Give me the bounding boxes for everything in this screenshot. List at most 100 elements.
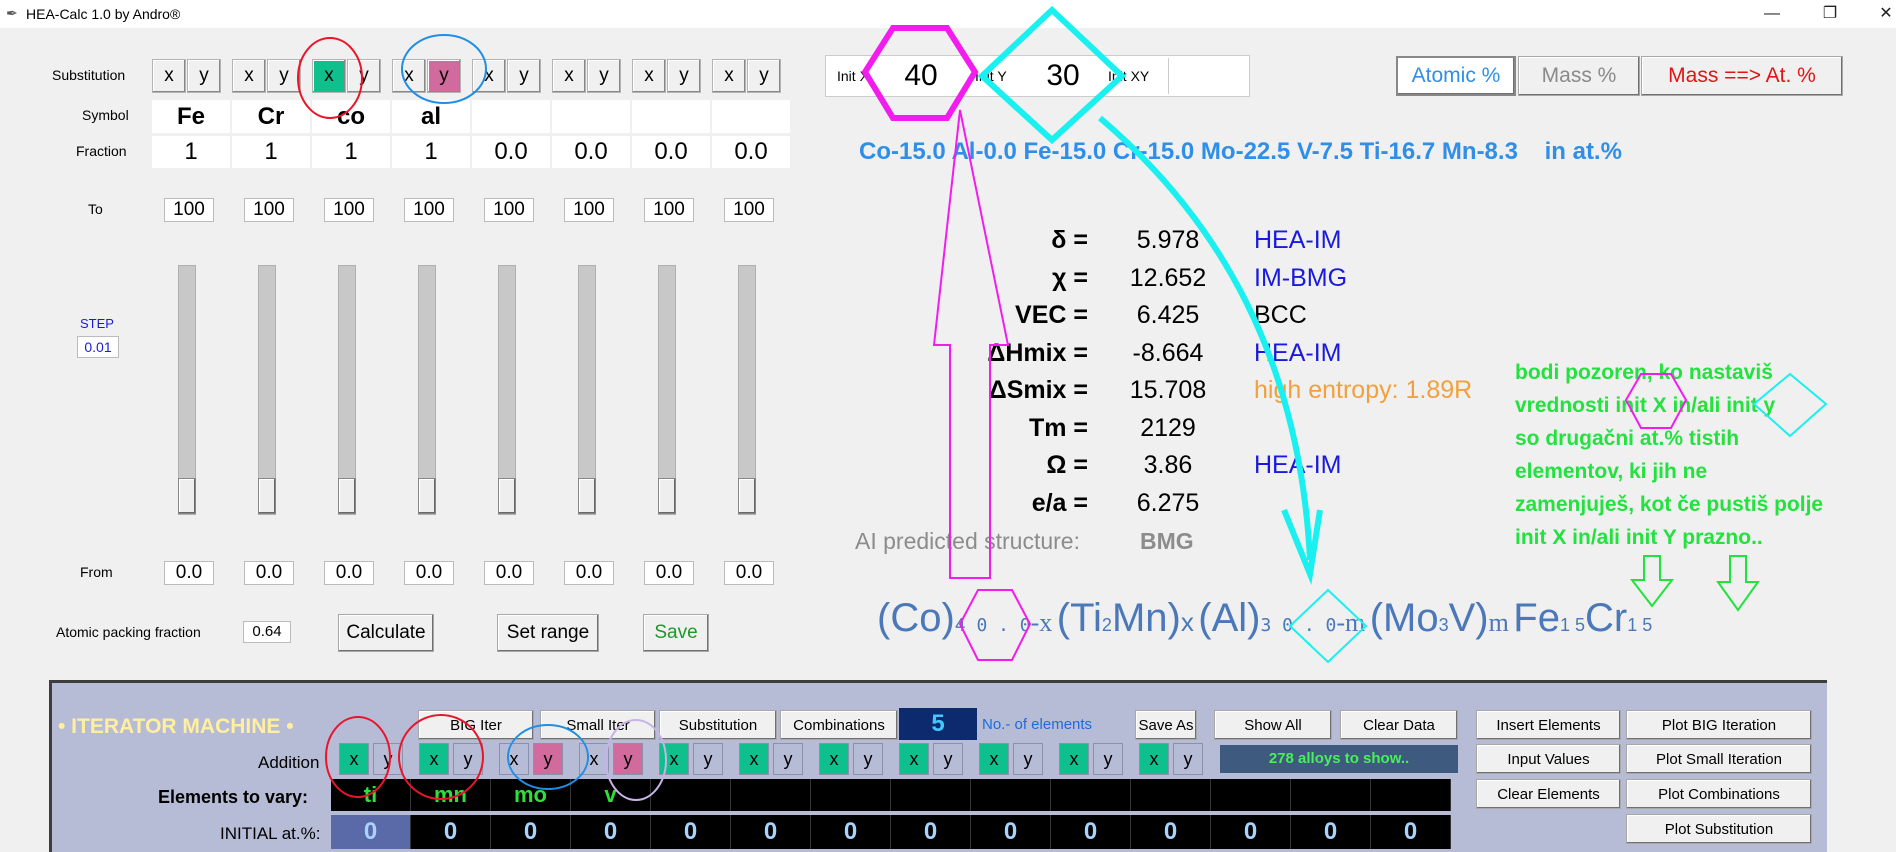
vary-element-field[interactable] <box>811 779 891 811</box>
initial-at-field[interactable]: 0 <box>651 815 731 849</box>
vary-element-field[interactable] <box>1371 779 1451 811</box>
addition-x-button[interactable]: x <box>419 743 449 775</box>
addition-y-button[interactable]: y <box>533 743 563 775</box>
symbol-field[interactable]: co <box>312 100 390 133</box>
symbol-field[interactable] <box>472 100 550 133</box>
combinations-button[interactable]: Combinations <box>780 710 898 740</box>
vary-element-field[interactable]: ti <box>331 779 411 811</box>
vary-element-field[interactable] <box>651 779 731 811</box>
big-iter-button[interactable]: BIG Iter <box>418 710 534 740</box>
maximize-button[interactable]: ❐ <box>1810 2 1850 26</box>
slider-thumb[interactable] <box>578 478 596 514</box>
init-x-input[interactable]: 40 <box>877 56 965 96</box>
initial-at-field[interactable]: 0 <box>1131 815 1211 849</box>
addition-y-button[interactable]: y <box>613 743 643 775</box>
clear-data-button[interactable]: Clear Data <box>1340 710 1458 740</box>
substitution-y-button[interactable]: y <box>347 59 381 93</box>
fraction-field[interactable]: 0.0 <box>632 136 710 168</box>
symbol-field[interactable]: Cr <box>232 100 310 133</box>
slider-thumb[interactable] <box>658 478 676 514</box>
vary-element-field[interactable] <box>1291 779 1371 811</box>
symbol-field[interactable]: al <box>392 100 470 133</box>
vary-element-field[interactable]: v <box>571 779 651 811</box>
substitution-y-button[interactable]: y <box>267 59 301 93</box>
vary-element-field[interactable] <box>1051 779 1131 811</box>
from-field[interactable]: 0.0 <box>564 561 614 585</box>
initial-at-field[interactable]: 0 <box>811 815 891 849</box>
addition-x-button[interactable]: x <box>739 743 769 775</box>
from-field[interactable]: 0.0 <box>164 561 214 585</box>
save-as-button[interactable]: Save As <box>1135 710 1197 740</box>
calculate-button[interactable]: Calculate <box>338 614 434 652</box>
fraction-field[interactable]: 0.0 <box>472 136 550 168</box>
addition-y-button[interactable]: y <box>1013 743 1043 775</box>
plot-combinations-button[interactable]: Plot Combinations <box>1626 779 1812 809</box>
addition-x-button[interactable]: x <box>819 743 849 775</box>
slider-thumb[interactable] <box>178 478 196 514</box>
symbol-field[interactable] <box>632 100 710 133</box>
to-field[interactable]: 100 <box>164 198 214 222</box>
from-field[interactable]: 0.0 <box>484 561 534 585</box>
substitution-y-button[interactable]: y <box>187 59 221 93</box>
substitution-x-button[interactable]: x <box>552 59 586 93</box>
set-range-button[interactable]: Set range <box>497 614 599 652</box>
addition-y-button[interactable]: y <box>453 743 483 775</box>
addition-x-button[interactable]: x <box>659 743 689 775</box>
fraction-field[interactable]: 1 <box>312 136 390 168</box>
substitution-x-button[interactable]: x <box>152 59 186 93</box>
addition-x-button[interactable]: x <box>1139 743 1169 775</box>
mass-to-atomic-button[interactable]: Mass ==> At. % <box>1641 56 1843 96</box>
close-button[interactable]: ✕ <box>1866 2 1896 26</box>
initial-at-field[interactable]: 0 <box>971 815 1051 849</box>
addition-y-button[interactable]: y <box>693 743 723 775</box>
addition-y-button[interactable]: y <box>1093 743 1123 775</box>
slider-thumb[interactable] <box>338 478 356 514</box>
slider-thumb[interactable] <box>418 478 436 514</box>
initial-at-field[interactable]: 0 <box>411 815 491 849</box>
substitution-x-button[interactable]: x <box>392 59 426 93</box>
initial-at-field[interactable]: 0 <box>731 815 811 849</box>
mass-percent-button[interactable]: Mass % <box>1518 56 1640 96</box>
from-field[interactable]: 0.0 <box>644 561 694 585</box>
substitution-x-button[interactable]: x <box>312 59 346 93</box>
initial-at-field[interactable]: 0 <box>1291 815 1371 849</box>
show-all-button[interactable]: Show All <box>1214 710 1332 740</box>
to-field[interactable]: 100 <box>404 198 454 222</box>
addition-x-button[interactable]: x <box>499 743 529 775</box>
addition-x-button[interactable]: x <box>1059 743 1089 775</box>
plot-substitution-button[interactable]: Plot Substitution <box>1626 814 1812 844</box>
substitution-x-button[interactable]: x <box>712 59 746 93</box>
addition-y-button[interactable]: y <box>933 743 963 775</box>
symbol-field[interactable] <box>712 100 790 133</box>
substitution-x-button[interactable]: x <box>472 59 506 93</box>
insert-elements-button[interactable]: Insert Elements <box>1476 710 1621 740</box>
initial-at-field[interactable]: 0 <box>1051 815 1131 849</box>
addition-x-button[interactable]: x <box>979 743 1009 775</box>
apf-input[interactable]: 0.64 <box>243 621 291 643</box>
fraction-field[interactable]: 1 <box>392 136 470 168</box>
substitution-y-button[interactable]: y <box>587 59 621 93</box>
plot-big-iteration-button[interactable]: Plot BIG Iteration <box>1626 710 1812 740</box>
minimize-button[interactable]: — <box>1752 2 1792 26</box>
fraction-field[interactable]: 0.0 <box>712 136 790 168</box>
init-y-input[interactable]: 30 <box>1018 56 1108 96</box>
save-button[interactable]: Save <box>643 614 709 652</box>
init-xy-input[interactable] <box>1168 58 1248 94</box>
addition-x-button[interactable]: x <box>899 743 929 775</box>
from-field[interactable]: 0.0 <box>404 561 454 585</box>
initial-at-field[interactable]: 0 <box>1371 815 1451 849</box>
fraction-field[interactable]: 1 <box>152 136 230 168</box>
addition-y-button[interactable]: y <box>1173 743 1203 775</box>
substitution-y-button[interactable]: y <box>507 59 541 93</box>
substitution-x-button[interactable]: x <box>632 59 666 93</box>
to-field[interactable]: 100 <box>564 198 614 222</box>
n-elements-display[interactable]: 5 <box>899 708 977 740</box>
addition-y-button[interactable]: y <box>773 743 803 775</box>
to-field[interactable]: 100 <box>324 198 374 222</box>
to-field[interactable]: 100 <box>484 198 534 222</box>
initial-at-field[interactable]: 0 <box>571 815 651 849</box>
substitution-x-button[interactable]: x <box>232 59 266 93</box>
small-iter-button[interactable]: Small Iter <box>540 710 656 740</box>
addition-x-button[interactable]: x <box>339 743 369 775</box>
substitution-y-button[interactable]: y <box>747 59 781 93</box>
